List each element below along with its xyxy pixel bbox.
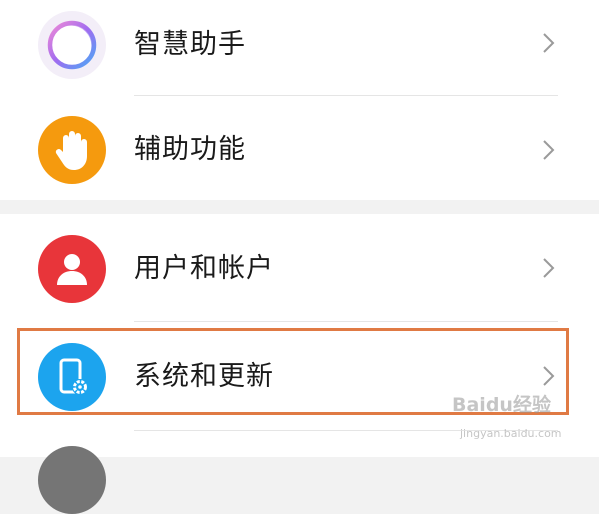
- settings-group-1: 智慧助手 辅助功能: [0, 0, 599, 200]
- settings-item-label: 智慧助手: [134, 29, 246, 60]
- settings-item-users-accounts[interactable]: 用户和帐户: [0, 214, 599, 314]
- settings-item-assistant[interactable]: 智慧助手: [0, 0, 599, 95]
- hand-icon: [38, 116, 106, 184]
- settings-item-label: 用户和帐户: [134, 253, 274, 284]
- watermark-url: jingyan.baidu.com: [460, 427, 562, 440]
- divider: [134, 95, 558, 96]
- settings-item-accessibility[interactable]: 辅助功能: [0, 100, 599, 200]
- chevron-right-icon: [543, 140, 555, 160]
- partial-item-icon: [38, 446, 106, 514]
- settings-item-label: 辅助功能: [134, 134, 246, 165]
- baidu-watermark: Baidu经验: [452, 394, 551, 416]
- chevron-right-icon: [543, 258, 555, 278]
- assistant-ring-icon: [38, 11, 106, 79]
- chevron-right-icon: [543, 33, 555, 53]
- user-icon: [38, 235, 106, 303]
- divider: [134, 321, 558, 322]
